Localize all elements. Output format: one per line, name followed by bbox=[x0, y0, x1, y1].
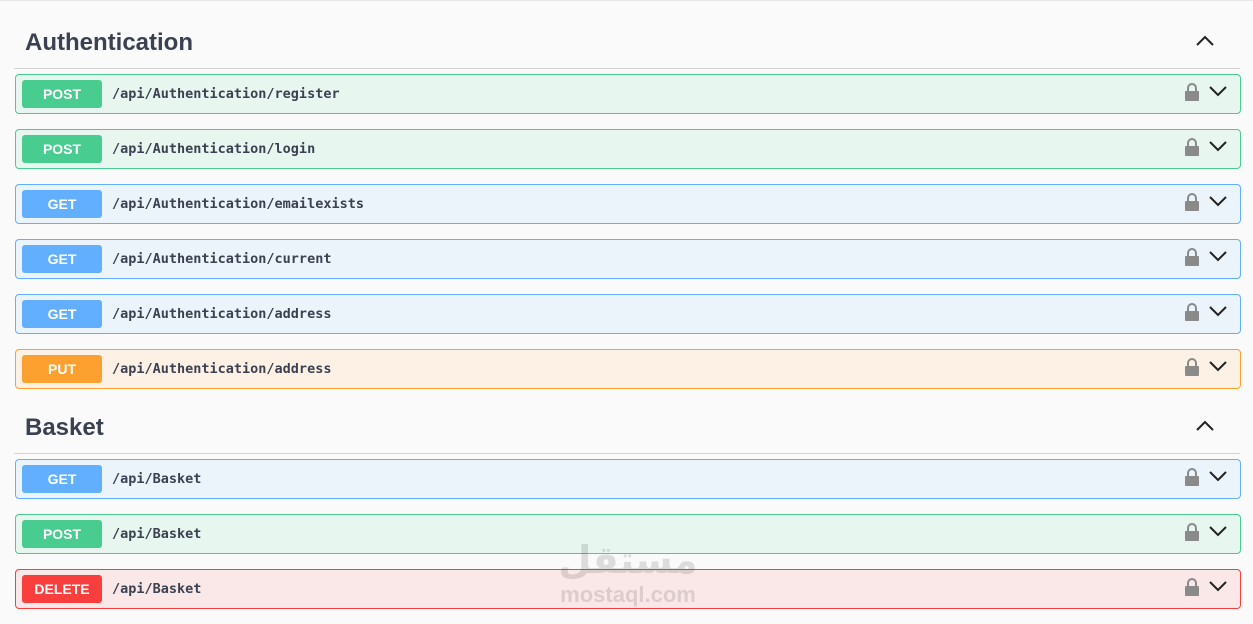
chevron-down-icon[interactable] bbox=[1208, 524, 1228, 538]
method-badge: GET bbox=[22, 245, 102, 273]
lock-icon[interactable] bbox=[1184, 467, 1200, 487]
chevron-down-icon[interactable] bbox=[1208, 139, 1228, 153]
method-badge: PUT bbox=[22, 355, 102, 383]
lock-icon[interactable] bbox=[1184, 247, 1200, 267]
operation-row[interactable]: GET /api/Authentication/current bbox=[15, 239, 1241, 279]
watermark-latin: mostaql.com bbox=[560, 582, 696, 607]
method-badge: POST bbox=[22, 135, 102, 163]
chevron-down-icon[interactable] bbox=[1208, 84, 1228, 98]
operation-row[interactable]: GET /api/Basket bbox=[15, 459, 1241, 499]
operation-row[interactable]: GET /api/Authentication/address bbox=[15, 294, 1241, 334]
endpoint-path: /api/Authentication/address bbox=[112, 361, 332, 377]
chevron-down-icon[interactable] bbox=[1208, 249, 1228, 263]
endpoint-path: /api/Basket bbox=[112, 581, 202, 597]
method-badge: GET bbox=[22, 300, 102, 328]
chevron-down-icon[interactable] bbox=[1208, 304, 1228, 318]
watermark: مستقل mostaql.com bbox=[548, 538, 708, 616]
lock-icon[interactable] bbox=[1184, 522, 1200, 542]
method-badge: POST bbox=[22, 80, 102, 108]
endpoint-path: /api/Basket bbox=[112, 471, 202, 487]
operation-row[interactable]: POST /api/Authentication/register bbox=[15, 74, 1241, 114]
endpoint-path: /api/Authentication/register bbox=[112, 86, 340, 102]
lock-icon[interactable] bbox=[1184, 137, 1200, 157]
lock-icon[interactable] bbox=[1184, 302, 1200, 322]
operation-row[interactable]: POST /api/Authentication/login bbox=[15, 129, 1241, 169]
endpoint-path: /api/Authentication/address bbox=[112, 306, 332, 322]
chevron-up-icon[interactable] bbox=[1194, 419, 1216, 437]
section-header[interactable]: Basket bbox=[14, 399, 1240, 454]
chevron-down-icon[interactable] bbox=[1208, 194, 1228, 208]
section-header[interactable]: Authentication bbox=[14, 14, 1240, 69]
lock-icon[interactable] bbox=[1184, 357, 1200, 377]
lock-icon[interactable] bbox=[1184, 577, 1200, 597]
lock-icon[interactable] bbox=[1184, 82, 1200, 102]
endpoint-path: /api/Authentication/current bbox=[112, 251, 332, 267]
endpoint-path: /api/Authentication/login bbox=[112, 141, 316, 157]
operation-row[interactable]: PUT /api/Authentication/address bbox=[15, 349, 1241, 389]
top-divider bbox=[0, 0, 1253, 1]
endpoint-path: /api/Authentication/emailexists bbox=[112, 196, 364, 212]
lock-icon[interactable] bbox=[1184, 192, 1200, 212]
chevron-up-icon[interactable] bbox=[1194, 34, 1216, 52]
section-title: Authentication bbox=[25, 29, 193, 56]
section-title: Basket bbox=[25, 414, 104, 441]
method-badge: DELETE bbox=[22, 575, 102, 603]
operation-row[interactable]: GET /api/Authentication/emailexists bbox=[15, 184, 1241, 224]
method-badge: GET bbox=[22, 190, 102, 218]
section-basket: Basket bbox=[14, 399, 1240, 454]
chevron-down-icon[interactable] bbox=[1208, 359, 1228, 373]
section-authentication: Authentication bbox=[14, 14, 1240, 69]
chevron-down-icon[interactable] bbox=[1208, 469, 1228, 483]
chevron-down-icon[interactable] bbox=[1208, 579, 1228, 593]
watermark-arabic: مستقل bbox=[558, 538, 698, 582]
endpoint-path: /api/Basket bbox=[112, 526, 202, 542]
method-badge: GET bbox=[22, 465, 102, 493]
method-badge: POST bbox=[22, 520, 102, 548]
